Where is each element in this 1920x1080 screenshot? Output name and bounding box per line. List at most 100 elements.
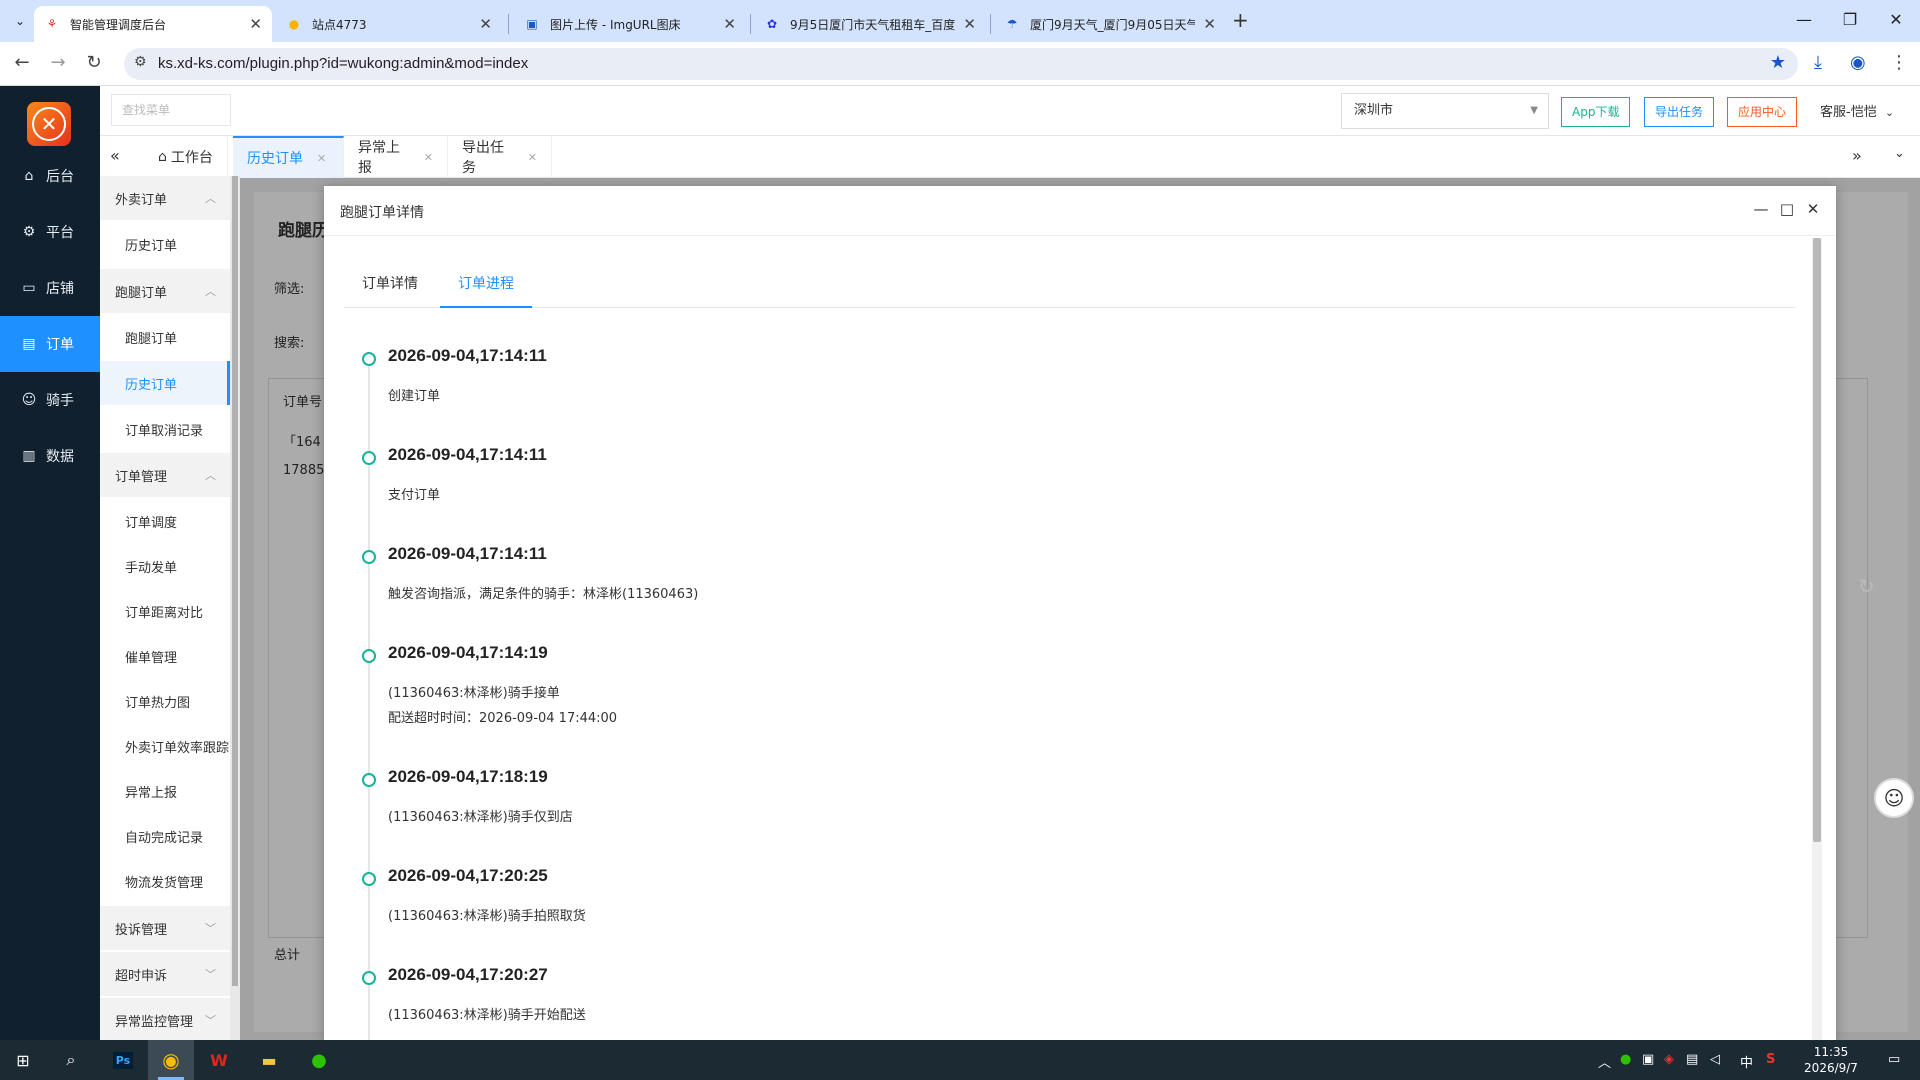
app-logo[interactable]: ✕ bbox=[27, 102, 71, 146]
minimize-icon[interactable]: — bbox=[1752, 200, 1770, 218]
browser-tab-imgurl[interactable]: ▣ 图片上传 - ImgURL图床 ✕ bbox=[514, 6, 746, 42]
wechat-icon[interactable]: ● bbox=[296, 1040, 342, 1080]
file-explorer-icon[interactable]: ▬ bbox=[246, 1040, 292, 1080]
tab-order-details[interactable]: 订单详情 bbox=[344, 264, 436, 308]
shield-tray-icon[interactable]: ◈ bbox=[1664, 1052, 1674, 1067]
close-tab-icon[interactable]: ✕ bbox=[723, 15, 736, 33]
browser-tab-strip: ⌄ ⚘ 智能管理调度后台 ✕ ● 站点4773 ✕ ▣ 图片上传 - ImgUR… bbox=[0, 0, 1920, 42]
submenu-item-efficiency[interactable]: 外卖订单效率跟踪 bbox=[100, 724, 230, 768]
export-tasks-button[interactable]: 导出任务 bbox=[1644, 97, 1715, 127]
browser-tab-weather-xiamen[interactable]: ☂ 厦门9月天气_厦门9月05日天气 ✕ bbox=[994, 6, 1226, 42]
close-icon[interactable]: ✕ bbox=[317, 152, 326, 165]
submenu-item-errand-orders[interactable]: 跑腿订单 bbox=[100, 315, 230, 359]
submenu-group-takeout[interactable]: 外卖订单 ︿ bbox=[100, 176, 230, 220]
close-icon[interactable]: ✕ bbox=[424, 151, 433, 164]
submenu-group-monitoring[interactable]: 异常监控管理 ﹀ bbox=[100, 998, 230, 1040]
dialog-title: 跑腿订单详情 bbox=[340, 205, 424, 221]
tab-divider bbox=[990, 14, 991, 34]
tab-abnormal-report[interactable]: 异常上报 ✕ bbox=[344, 136, 448, 178]
address-bar[interactable]: ⚙ ks.xd-ks.com/plugin.php?id=wukong:admi… bbox=[124, 48, 1798, 80]
network-icon[interactable]: ▤ bbox=[1686, 1052, 1698, 1067]
submenu-item-errand-history[interactable]: 历史订单 bbox=[100, 361, 230, 405]
close-tab-icon[interactable]: ✕ bbox=[1203, 15, 1216, 33]
nav-item-store[interactable]: ▭ 店铺 bbox=[0, 260, 100, 316]
window-close-icon[interactable]: ✕ bbox=[1886, 10, 1906, 29]
sogou-ime-icon[interactable]: S bbox=[1766, 1052, 1775, 1067]
windows-start-icon[interactable]: ⊞ bbox=[0, 1040, 46, 1080]
search-icon[interactable]: ⌕ bbox=[48, 1040, 94, 1080]
close-tab-icon[interactable]: ✕ bbox=[963, 15, 976, 33]
back-arrow-icon[interactable]: ← bbox=[10, 52, 34, 73]
new-tab-icon[interactable]: + bbox=[1232, 8, 1249, 32]
submenu-item-logistics[interactable]: 物流发货管理 bbox=[100, 859, 230, 903]
submenu-group-order-mgmt[interactable]: 订单管理 ︿ bbox=[100, 453, 230, 497]
submenu-item-cancel-records[interactable]: 订单取消记录 bbox=[100, 407, 230, 451]
refresh-icon[interactable]: ↻ bbox=[1858, 574, 1875, 598]
nav-item-data[interactable]: ▥ 数据 bbox=[0, 428, 100, 484]
scroll-right-icon[interactable]: » bbox=[1852, 146, 1862, 165]
minimize-icon[interactable]: — bbox=[1794, 10, 1814, 29]
tab-history-orders[interactable]: 历史订单 ✕ bbox=[233, 136, 344, 178]
dialog-scrollbar[interactable] bbox=[1812, 238, 1822, 1040]
volume-muted-icon[interactable]: ◁ bbox=[1710, 1052, 1720, 1067]
scrollbar-thumb[interactable] bbox=[232, 176, 238, 986]
support-avatar[interactable]: ☺ bbox=[1874, 778, 1914, 818]
bookmark-star-icon[interactable]: ★ bbox=[1770, 52, 1786, 73]
wechat-tray-icon[interactable]: ● bbox=[1620, 1052, 1631, 1067]
photoshop-icon[interactable]: Ps bbox=[100, 1040, 146, 1080]
wps-icon[interactable]: W bbox=[196, 1040, 242, 1080]
submenu-group-timeout-appeal[interactable]: 超时申诉 ﹀ bbox=[100, 952, 230, 996]
submenu-item-auto-complete[interactable]: 自动完成记录 bbox=[100, 814, 230, 858]
browser-tab-site[interactable]: ● 站点4773 ✕ bbox=[276, 6, 502, 42]
tab-export-tasks[interactable]: 导出任务 ✕ bbox=[448, 136, 552, 178]
submenu-item-dispatch[interactable]: 订单调度 bbox=[100, 499, 230, 543]
scrollbar-thumb[interactable] bbox=[1813, 238, 1821, 842]
maximize-icon[interactable]: □ bbox=[1778, 200, 1796, 218]
tab-workbench[interactable]: ⌂ 工作台 bbox=[144, 136, 228, 178]
nav-item-riders[interactable]: ☺ 骑手 bbox=[0, 372, 100, 428]
forward-arrow-icon[interactable]: → bbox=[46, 52, 70, 73]
nav-item-orders[interactable]: ▤ 订单 bbox=[0, 316, 100, 372]
ime-indicator[interactable]: 中 bbox=[1740, 1052, 1753, 1071]
browser-tab-weather-baidu[interactable]: ✿ 9月5日厦门市天气租租车_百度 ✕ bbox=[754, 6, 986, 42]
nav-item-platform[interactable]: ⚙ 平台 bbox=[0, 204, 100, 260]
close-tab-icon[interactable]: ✕ bbox=[479, 15, 492, 33]
menu-search-input[interactable]: 查找菜单 bbox=[111, 94, 231, 126]
download-icon[interactable]: ⤓ bbox=[1814, 52, 1822, 73]
chevron-down-icon[interactable]: ⌄ bbox=[1894, 146, 1905, 161]
submenu-item-reminders[interactable]: 催单管理 bbox=[100, 634, 230, 678]
submenu-item-takeout-history[interactable]: 历史订单 bbox=[100, 222, 230, 266]
app-download-button[interactable]: App下载 bbox=[1561, 97, 1631, 127]
user-menu[interactable]: 客服-恺恺 ⌄ bbox=[1820, 101, 1894, 120]
chrome-icon[interactable]: ◉ bbox=[148, 1040, 194, 1080]
submenu-group-complaints[interactable]: 投诉管理 ﹀ bbox=[100, 906, 230, 950]
tray-expand-icon[interactable]: ︿ bbox=[1598, 1052, 1611, 1071]
url-text[interactable]: ks.xd-ks.com/plugin.php?id=wukong:admin&… bbox=[158, 55, 528, 72]
notification-icon[interactable]: ▭ bbox=[1888, 1052, 1900, 1067]
close-icon[interactable]: ✕ bbox=[1804, 200, 1822, 218]
nav-item-dashboard[interactable]: ⌂ 后台 bbox=[0, 148, 100, 204]
collapse-left-icon[interactable]: « bbox=[110, 146, 120, 165]
screen-tray-icon[interactable]: ▣ bbox=[1642, 1052, 1654, 1067]
site-info-icon[interactable]: ⚙ bbox=[134, 54, 147, 70]
more-menu-icon[interactable]: ⋮ bbox=[1890, 52, 1908, 73]
close-tab-icon[interactable]: ✕ bbox=[249, 15, 262, 33]
submenu-item-distance-compare[interactable]: 订单距离对比 bbox=[100, 589, 230, 633]
city-select[interactable]: 深圳市 ▼ bbox=[1341, 93, 1549, 129]
browser-tab-admin[interactable]: ⚘ 智能管理调度后台 ✕ bbox=[34, 6, 272, 42]
submenu-item-heatmap[interactable]: 订单热力图 bbox=[100, 679, 230, 723]
store-icon: ▭ bbox=[22, 280, 36, 296]
timeline-description: (11360463:林泽彬)骑手仅到店 bbox=[388, 805, 573, 830]
system-clock[interactable]: 11:35 2026/9/7 bbox=[1782, 1044, 1880, 1076]
submenu-item-abnormal[interactable]: 异常上报 bbox=[100, 769, 230, 813]
tab-search-chevron-icon[interactable]: ⌄ bbox=[8, 9, 32, 33]
close-icon[interactable]: ✕ bbox=[528, 151, 537, 164]
submenu-item-manual-dispatch[interactable]: 手动发单 bbox=[100, 544, 230, 588]
tab-order-progress[interactable]: 订单进程 bbox=[440, 264, 532, 308]
app-center-button[interactable]: 应用中心 bbox=[1727, 97, 1798, 127]
reload-icon[interactable]: ↻ bbox=[82, 52, 106, 73]
profile-icon[interactable]: ◉ bbox=[1850, 52, 1866, 73]
restore-icon[interactable]: ❐ bbox=[1840, 10, 1860, 29]
submenu-scrollbar[interactable] bbox=[230, 176, 240, 1040]
submenu-group-errand[interactable]: 跑腿订单 ︿ bbox=[100, 269, 230, 313]
